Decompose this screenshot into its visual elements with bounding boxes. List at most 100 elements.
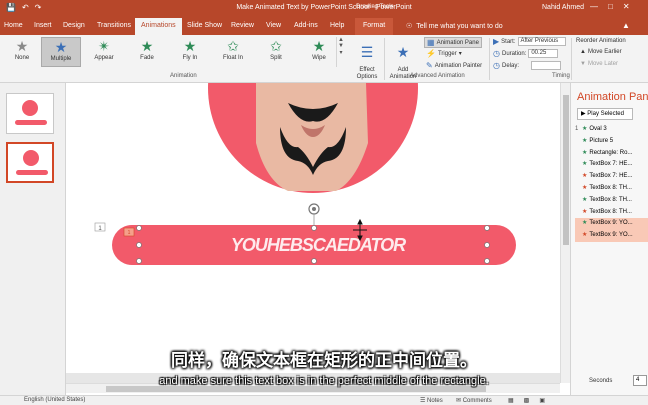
restore-icon[interactable]: □ [608, 2, 613, 11]
animation-multiple[interactable]: ★ Multiple [41, 37, 81, 67]
group-label-animation: Animation [170, 73, 197, 79]
animation-item-label: TextBox 8: TH... [589, 208, 632, 215]
star-icon: ★ [582, 220, 588, 227]
tab-add-ins[interactable]: Add-ins [294, 22, 318, 29]
animation-list-item[interactable]: ★ TextBox 8: TH... [575, 195, 648, 207]
animation-list-item[interactable]: ★ TextBox 9: YO... [575, 230, 648, 242]
duration-control: ◷ Duration: 00.25 [493, 49, 559, 58]
clock-icon: ◷ [493, 61, 500, 70]
animation-wipe[interactable]: ★ Wipe [299, 37, 339, 67]
animation-list-item[interactable]: ★ Rectangle: Ro... [575, 148, 648, 160]
animation-pane-button[interactable]: ▦ Animation Pane [424, 37, 482, 48]
subtitle-english: and make sure this text box is in the pe… [159, 375, 489, 387]
animation-list-item[interactable]: ★ TextBox 7: HE... [575, 159, 648, 171]
gallery-scroll[interactable]: ▲ ▼ ▾ [336, 37, 345, 67]
tab-slide-show[interactable]: Slide Show [187, 22, 222, 29]
animation-list-item[interactable]: ★ TextBox 8: TH... [575, 207, 648, 219]
language-status[interactable]: English (United States) [24, 397, 85, 403]
comments-label: Comments [462, 398, 492, 404]
reading-view-icon[interactable]: ▣ [539, 397, 545, 404]
vertical-scrollbar[interactable] [560, 83, 570, 383]
reorder-heading: Reorder Animation [576, 38, 626, 44]
portrait-illustration[interactable] [208, 83, 418, 193]
animation-painter-button[interactable]: ✎ Animation Painter [426, 61, 482, 70]
animation-fly-in[interactable]: ★ Fly In [170, 37, 210, 67]
tab-view[interactable]: View [266, 22, 281, 29]
animation-item-label: TextBox 8: TH... [589, 184, 632, 191]
animation-appear-label: Appear [94, 55, 114, 61]
tab-file[interactable]: Home [4, 22, 23, 29]
animation-item-number [575, 230, 580, 242]
animation-list-item[interactable]: 1 ★ Oval 3 [575, 124, 648, 136]
animation-list-item[interactable]: ★ TextBox 7: HE... [575, 171, 648, 183]
trigger-button[interactable]: ⚡ Trigger ▾ [426, 49, 462, 58]
duration-input[interactable]: 00.25 [528, 49, 559, 58]
tab-insert[interactable]: Insert [34, 22, 52, 29]
animation-item-number [575, 218, 580, 230]
animation-fade-label: Fade [140, 55, 154, 61]
animation-tag-number: 1 [128, 230, 131, 236]
star-icon: ✩ [227, 38, 239, 54]
tab-transitions[interactable]: Transitions [97, 22, 131, 29]
play-selected-button[interactable]: ▶ Play Selected [577, 108, 633, 120]
status-bar: English (United States) ☰ Notes ✉ Commen… [0, 395, 648, 405]
animation-list-item[interactable]: ★ Picture 5 [575, 136, 648, 148]
arrow-up-icon: ▲ [580, 49, 586, 55]
slide-editing-area: YOUHEBSCAEDATOR 1 1 [66, 83, 560, 383]
animation-pane-label: Animation Pane [436, 39, 479, 46]
star-icon: ★ [312, 38, 326, 54]
animation-item-number: 1 [575, 126, 579, 132]
start-select[interactable]: After Previous [517, 37, 566, 46]
slide-graphics: YOUHEBSCAEDATOR 1 1 [94, 83, 516, 265]
ribbon-separator [571, 38, 572, 80]
comments-button[interactable]: ✉ Comments [456, 397, 492, 404]
start-control: ▶ Start: After Previous [493, 37, 566, 46]
slide-text[interactable]: YOUHEBSCAEDATOR [231, 235, 407, 255]
share-icon[interactable]: ▲ [622, 21, 630, 30]
thumbnail-face [22, 100, 38, 116]
more-icon[interactable]: ▾ [337, 49, 345, 56]
slide-canvas[interactable]: YOUHEBSCAEDATOR 1 1 [66, 83, 560, 373]
subtitle-chinese: 同样，确保文本框在矩形的正中间位置。 [171, 351, 477, 371]
tab-design[interactable]: Design [63, 22, 85, 29]
animation-fly-in-label: Fly In [182, 55, 198, 61]
tab-format[interactable]: Format [355, 18, 394, 35]
slide-sorter-icon[interactable]: ▩ [524, 397, 530, 404]
chevron-down-icon: ▾ [458, 51, 462, 57]
slide-thumbnail-2[interactable] [6, 142, 54, 183]
move-later-button[interactable]: ▼ Move Later [580, 61, 618, 67]
tab-help[interactable]: Help [330, 22, 344, 29]
animation-none[interactable]: ★ None [2, 37, 42, 67]
effect-options-button[interactable]: ☰ Effect Options [352, 37, 382, 81]
animation-split[interactable]: ✩ Split [256, 37, 296, 67]
animation-painter-label: Animation Painter [434, 62, 483, 69]
context-group-label: Drawing Tools [356, 4, 394, 10]
animation-list-item[interactable]: ★ TextBox 9: YO... [575, 218, 648, 231]
rotate-handle-icon[interactable] [308, 203, 320, 225]
notes-label: Notes [427, 398, 443, 404]
tab-review[interactable]: Review [231, 22, 254, 29]
play-selected-label: Play Selected [587, 111, 624, 117]
thumbnail-bar [16, 170, 48, 175]
animation-float-in[interactable]: ✩ Float In [213, 37, 253, 67]
animation-appear[interactable]: ✴ Appear [84, 37, 124, 67]
animation-list-item[interactable]: ★ TextBox 8: TH... [575, 183, 648, 195]
animation-fade[interactable]: ★ Fade [127, 37, 167, 67]
tell-me-box[interactable]: ☉ Tell me what you want to do [406, 22, 503, 31]
move-earlier-button[interactable]: ▲ Move Earlier [580, 49, 622, 55]
minimize-icon[interactable]: — [590, 2, 598, 11]
notes-button[interactable]: ☰ Notes [420, 397, 443, 404]
star-burst-icon: ✴ [98, 38, 110, 54]
delay-input[interactable] [531, 61, 561, 70]
trigger-label: Trigger [437, 50, 457, 57]
user-name[interactable]: Nahid Ahmed [542, 4, 584, 11]
tab-animations[interactable]: Animations [135, 18, 182, 35]
animation-float-in-label: Float In [222, 55, 243, 61]
animation-item-number [575, 159, 580, 171]
slide-thumbnail-1[interactable] [6, 93, 54, 134]
animation-none-label: None [14, 55, 30, 61]
vertical-scroll-thumb[interactable] [563, 95, 569, 245]
start-label: Start: [501, 38, 516, 45]
normal-view-icon[interactable]: ▦ [508, 397, 514, 404]
close-icon[interactable]: ✕ [623, 2, 630, 11]
